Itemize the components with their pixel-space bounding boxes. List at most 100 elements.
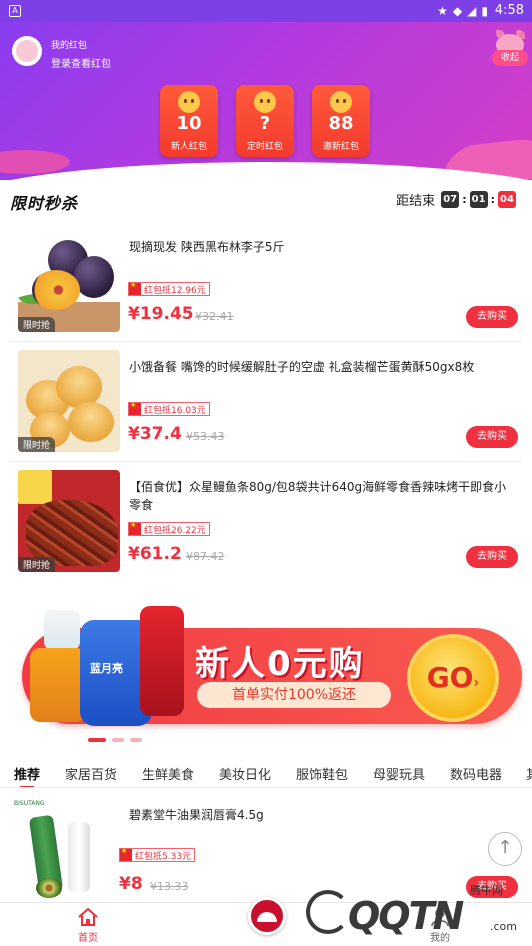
red-packet-value: ?	[259, 113, 271, 134]
coupon-text: 红包抵16.03元	[144, 405, 206, 416]
coupon-badge: 红包抵12.96元	[128, 281, 210, 296]
carousel-dot[interactable]	[130, 738, 142, 742]
buy-button[interactable]: 去购买	[466, 426, 518, 448]
tab-more[interactable]: 其	[526, 764, 532, 783]
red-packet-label: 新人红包	[170, 142, 207, 152]
shampoo-bottle	[140, 606, 184, 716]
original-price: ¥87.42	[186, 550, 225, 563]
login-prompt[interactable]: 登录查看红包	[51, 55, 111, 70]
watermark: QQTN 腾牛网 .com	[300, 880, 530, 946]
carousel-dots	[88, 738, 142, 742]
pig-seal-icon	[330, 91, 352, 113]
carousel-dot[interactable]	[88, 738, 106, 742]
countdown-separator: :	[490, 193, 495, 206]
tab-baby-toys[interactable]: 母婴玩具	[373, 764, 425, 783]
tab-fresh-food[interactable]: 生鲜美食	[142, 764, 194, 783]
star-icon: ★	[437, 4, 448, 18]
coupon-text: 红包抵12.96元	[144, 285, 206, 296]
tab-recommend[interactable]: 推荐	[14, 764, 40, 787]
red-packet-label: 定时红包	[246, 142, 283, 152]
flag-icon	[129, 401, 141, 415]
pig-seal-icon	[178, 91, 200, 113]
status-icons: ★ ◆ ◢ ▮	[437, 4, 488, 18]
red-packet-value: 88	[328, 113, 354, 134]
countdown-label: 距结束	[396, 194, 436, 209]
image-background	[14, 798, 116, 900]
coupon-badge: 红包抵5.33元	[119, 847, 196, 862]
banner-title: 新人0元购	[195, 644, 365, 684]
red-packet-label: 邀新红包	[322, 142, 359, 152]
tab-home[interactable]: 首页	[58, 907, 118, 944]
countdown: 距结束 07 : 01 : 04	[396, 190, 518, 209]
watermark-subtext: 腾牛网	[470, 884, 503, 897]
watermark-domain: .com	[490, 920, 517, 933]
product-card[interactable]: 限时抢 小饿备餐 嘴馋的时候缓解肚子的空虚 礼盒装榴芒蛋黄酥50gx8枚 红包抵…	[0, 342, 532, 462]
watermark-text: QQTN	[348, 894, 464, 938]
product-image[interactable]: 限时抢	[18, 350, 120, 452]
coupon-text: 红包抵5.33元	[135, 851, 192, 862]
plum	[74, 256, 114, 298]
avatar[interactable]	[12, 36, 42, 66]
signal-icon: ◢	[467, 4, 477, 18]
red-packet-timed[interactable]: ? 定时红包	[236, 85, 294, 157]
banner-subtitle: 首单实付100%返还	[197, 682, 391, 708]
original-price: ¥13.33	[150, 880, 189, 893]
product-image[interactable]: 限时抢	[18, 230, 120, 332]
avatar-image	[16, 40, 38, 62]
plum-half	[32, 270, 80, 310]
original-price: ¥53.43	[186, 430, 225, 443]
flash-tag: 限时抢	[18, 557, 56, 572]
go-button[interactable]: GO›	[411, 638, 495, 718]
product-image[interactable]: 限时抢	[18, 470, 120, 572]
product-title[interactable]: 现摘现发 陕西黑布林李子5斤	[129, 238, 514, 256]
tab-home-label: 首页	[78, 933, 98, 944]
tab-beauty[interactable]: 美妆日化	[219, 764, 271, 783]
countdown-minutes: 01	[469, 191, 488, 208]
product-price: ¥37.4	[128, 424, 182, 444]
product-card[interactable]: 限时抢 【佰食优】众星鳗鱼条80g/包8袋共计640g海鲜零食香辣味烤干即食小零…	[0, 462, 532, 582]
red-packet-invite[interactable]: 88 邀新红包	[312, 85, 370, 157]
red-packet-new-user[interactable]: 10 新人红包	[160, 85, 218, 157]
bottle-cap	[44, 610, 80, 650]
back-to-top-button[interactable]: ↑	[488, 832, 522, 866]
center-tab-button[interactable]	[248, 897, 286, 935]
original-price: ¥32.41	[195, 310, 234, 323]
tab-home-goods[interactable]: 家居百货	[65, 764, 117, 783]
product-price: ¥19.45	[128, 304, 194, 324]
decorative-blob	[0, 150, 70, 174]
product-price: ¥8	[119, 874, 143, 894]
collapse-button[interactable]: 收起	[492, 50, 528, 66]
flag-icon	[120, 847, 132, 861]
product-title[interactable]: 小饿备餐 嘴馋的时候缓解肚子的空虚 礼盒装榴芒蛋黄酥50gx8枚	[129, 358, 514, 376]
wifi-icon: ◆	[452, 4, 463, 18]
snack-package	[18, 470, 52, 504]
flash-sale-header: 限时秒杀 距结束 07 : 01 : 04	[0, 188, 532, 213]
pig-seal-icon	[254, 91, 276, 113]
tab-electronics[interactable]: 数码电器	[450, 764, 502, 783]
flag-icon	[129, 281, 141, 295]
lip-balm-stick	[68, 822, 90, 892]
flag-icon	[129, 521, 141, 535]
flash-sale-title: 限时秒杀	[10, 194, 79, 213]
arrow-up-icon: ↑	[497, 837, 513, 858]
tab-apparel[interactable]: 服饰鞋包	[296, 764, 348, 783]
chevron-right-icon: ›	[473, 675, 480, 691]
user-title: 我的红包	[51, 41, 88, 51]
new-user-banner[interactable]: 蓝月亮 新人0元购 首单实付100%返还 GO›	[0, 598, 532, 748]
product-card[interactable]: 限时抢 现摘现发 陕西黑布林李子5斤 红包抵12.96元 ¥19.45 ¥32.…	[0, 222, 532, 342]
go-label: GO	[426, 661, 474, 694]
red-packet-hero: 我的红包 登录查看红包 收起 10 新人红包 ? 定时红包 88 邀新红包	[0, 22, 532, 180]
buy-button[interactable]: 去购买	[466, 546, 518, 568]
countdown-hours: 07	[441, 191, 460, 208]
countdown-seconds: 04	[498, 191, 516, 208]
coupon-badge: 红包抵16.03元	[128, 401, 210, 416]
product-title[interactable]: 碧素堂牛油果润唇膏4.5g	[129, 806, 514, 824]
product-title[interactable]: 【佰食优】众星鳗鱼条80g/包8袋共计640g海鲜零食香辣味烤干即食小零食	[129, 478, 514, 514]
app-notification-icon: A	[9, 5, 21, 17]
carousel-dot[interactable]	[112, 738, 124, 742]
product-image[interactable]: BISUTANG	[14, 798, 116, 900]
oil-bottle	[30, 648, 86, 722]
avocado	[36, 878, 62, 898]
bottle-label: 蓝月亮	[90, 662, 123, 675]
buy-button[interactable]: 去购买	[466, 306, 518, 328]
